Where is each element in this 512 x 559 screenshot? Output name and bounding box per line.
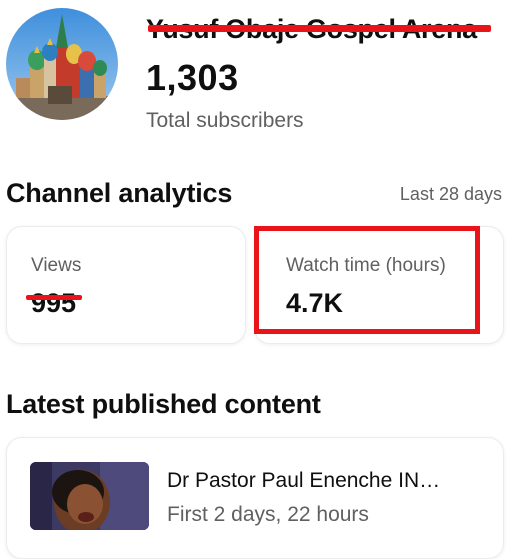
views-card[interactable]: Views 995 [6, 226, 246, 344]
analytics-title: Channel analytics [6, 178, 233, 208]
cathedral-image [6, 8, 118, 120]
video-meta: First 2 days, 22 hours [167, 503, 369, 526]
views-label: Views [31, 255, 82, 276]
channel-avatar[interactable] [6, 8, 118, 120]
redaction-strike [26, 295, 82, 300]
latest-title: Latest published content [6, 389, 321, 419]
subscriber-label: Total subscribers [146, 109, 304, 132]
video-thumbnail[interactable] [30, 462, 149, 530]
subscriber-count: 1,303 [146, 57, 239, 98]
video-title[interactable]: Dr Pastor Paul Enenche IN… [167, 469, 440, 493]
views-value: 995 [31, 288, 77, 318]
annotation-highlight [254, 226, 480, 334]
redaction-strike [148, 25, 491, 32]
preacher-image [30, 462, 149, 530]
period-label[interactable]: Last 28 days [400, 184, 502, 205]
